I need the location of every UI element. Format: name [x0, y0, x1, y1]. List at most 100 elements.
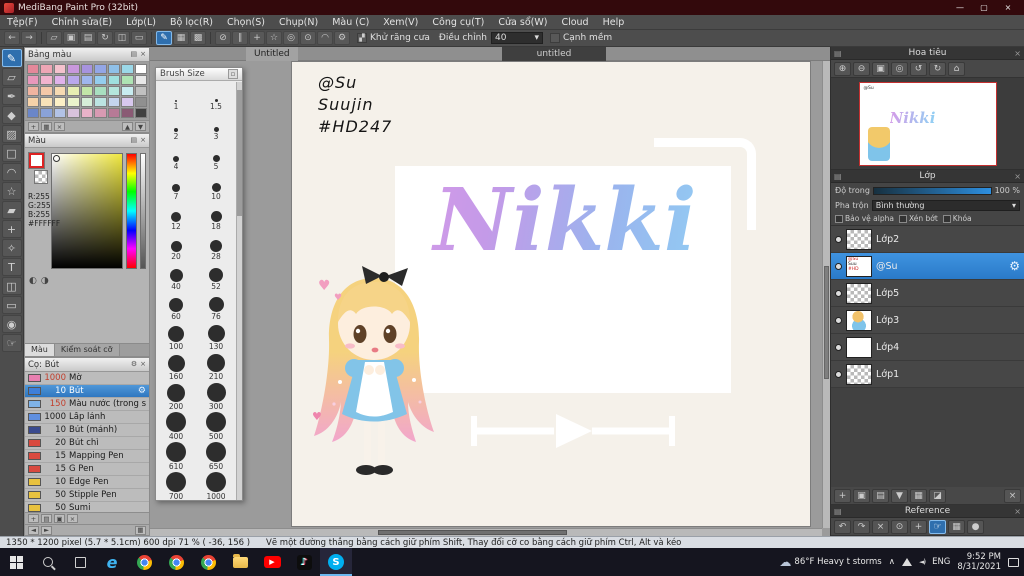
- brush-size-option-40[interactable]: 40: [156, 262, 196, 292]
- panel-pin-icon[interactable]: ▫: [228, 69, 238, 79]
- close-button[interactable]: ×: [996, 0, 1020, 15]
- brush-size-option-12[interactable]: 12: [156, 202, 196, 232]
- menu-item-6[interactable]: Màu (C): [325, 15, 376, 30]
- menu-item-2[interactable]: Lớp(L): [119, 15, 163, 30]
- menu-item-3[interactable]: Bộ lọc(R): [163, 15, 220, 30]
- brush-size-option-300[interactable]: 300: [196, 382, 236, 412]
- panel-close-icon[interactable]: ×: [1014, 49, 1021, 58]
- brush-item-10[interactable]: 50 Sumi: [25, 502, 149, 512]
- eyedropper-tool-icon[interactable]: ✧: [1, 239, 22, 257]
- palette-swatch-23[interactable]: [94, 86, 107, 96]
- flip-icon[interactable]: ◫: [114, 31, 130, 45]
- navigator-thumbnail[interactable]: @Su Nikki: [858, 81, 997, 166]
- taskbar-app-skype[interactable]: S: [320, 548, 352, 576]
- brush-settings-gear-icon[interactable]: ⚙: [138, 386, 146, 396]
- palette-swatch-12[interactable]: [67, 75, 80, 85]
- ref-eyedropper-icon[interactable]: ⊙: [891, 519, 908, 534]
- brush-size-option-650[interactable]: 650: [196, 442, 236, 472]
- nav-fit-icon[interactable]: ▣: [872, 61, 889, 76]
- redo-icon[interactable]: →: [21, 31, 37, 45]
- scrollbar-thumb[interactable]: [237, 90, 242, 216]
- layer-settings-gear-icon[interactable]: ⚙: [1009, 259, 1020, 273]
- blend-mode-dropdown[interactable]: Bình thường ▾: [871, 199, 1020, 211]
- action-center-icon[interactable]: [1008, 557, 1019, 567]
- taskbar-app-edge[interactable]: e: [96, 548, 128, 576]
- save-brush-icon[interactable]: ▣: [54, 514, 65, 523]
- palette-swatch-26[interactable]: [134, 86, 147, 96]
- palette-scroll-up-icon[interactable]: ▲: [122, 122, 133, 131]
- panel-dock-icon[interactable]: ▤: [834, 507, 842, 516]
- nav-actual-size-icon[interactable]: ◎: [891, 61, 908, 76]
- menu-item-10[interactable]: Cloud: [554, 15, 595, 30]
- palette-swatch-6[interactable]: [107, 64, 121, 74]
- nav-zoom-in-icon[interactable]: ⊕: [834, 61, 851, 76]
- panel-close-icon[interactable]: ×: [140, 134, 146, 147]
- palette-swatch-33[interactable]: [107, 97, 121, 107]
- layer-row-1[interactable]: @Su Suu #HD @Su ⚙: [831, 253, 1024, 280]
- snap-off-icon[interactable]: ⊘: [215, 31, 231, 45]
- nav-rotate-right-icon[interactable]: ↻: [929, 61, 946, 76]
- palette-swatch-27[interactable]: [27, 97, 40, 107]
- palette-swatch-14[interactable]: [94, 75, 107, 85]
- brush-size-option-700[interactable]: 700: [156, 472, 196, 502]
- rotate-icon[interactable]: ↻: [97, 31, 113, 45]
- brush-size-option-5[interactable]: 5: [196, 142, 236, 172]
- gradient-tool-icon[interactable]: ▨: [1, 125, 22, 143]
- delete-layer-icon[interactable]: ×: [1004, 488, 1021, 503]
- palette-swatch-5[interactable]: [94, 64, 107, 74]
- scrollbar-thumb[interactable]: [378, 530, 567, 535]
- layer-row-0[interactable]: Lớp2: [831, 226, 1024, 253]
- menu-item-0[interactable]: Tệp(F): [0, 15, 45, 30]
- brush-size-option-20[interactable]: 20: [156, 232, 196, 262]
- menu-item-9[interactable]: Cửa sổ(W): [491, 15, 554, 30]
- clock[interactable]: 9:52 PM 8/31/2021: [957, 552, 1001, 572]
- document-window-title[interactable]: untitled: [502, 47, 606, 61]
- hsv-mode-icon[interactable]: ◑: [41, 276, 49, 286]
- layer-visibility-dot[interactable]: [835, 316, 842, 324]
- taskbar-app-chrome-2[interactable]: [160, 548, 192, 576]
- add-brush-icon[interactable]: +: [28, 514, 39, 523]
- brush-size-option-200[interactable]: 200: [156, 382, 196, 412]
- snap-parallel-icon[interactable]: ∥: [232, 31, 248, 45]
- palette-swatch-30[interactable]: [67, 97, 80, 107]
- palette-swatch-31[interactable]: [80, 97, 94, 107]
- antialias-toggle[interactable]: ▞ Khử răng cưa: [357, 33, 430, 43]
- color-cursor[interactable]: [53, 155, 60, 162]
- opacity-slider[interactable]: [872, 186, 992, 195]
- ref-undo-icon[interactable]: ↶: [834, 519, 851, 534]
- brush-item-0[interactable]: 1000 Mờ: [25, 372, 149, 385]
- brush-size-option-76[interactable]: 76: [196, 292, 236, 322]
- brush-size-option-18[interactable]: 18: [196, 202, 236, 232]
- snap-radial-icon[interactable]: ◎: [283, 31, 299, 45]
- transform-icon[interactable]: ▱: [46, 31, 62, 45]
- brush-size-option-7[interactable]: 7: [156, 172, 196, 202]
- clear-layer-icon[interactable]: ▦: [910, 488, 927, 503]
- brush-size-option-1.5[interactable]: 1.5: [196, 82, 236, 112]
- palette-swatch-7[interactable]: [121, 64, 134, 74]
- brush-size-option-210[interactable]: 210: [196, 352, 236, 382]
- scrollbar-thumb[interactable]: [824, 266, 829, 379]
- palette-swatch-38[interactable]: [53, 108, 67, 118]
- brush-size-scrollbar[interactable]: [236, 82, 242, 500]
- palette-swatch-4[interactable]: [80, 64, 94, 74]
- background-color-swatch[interactable]: [34, 170, 48, 184]
- brush-item-4[interactable]: 10 Bút (mảnh): [25, 424, 149, 437]
- foreground-color-swatch[interactable]: [29, 153, 44, 168]
- brush-item-8[interactable]: 10 Edge Pen: [25, 476, 149, 489]
- palette-swatch-21[interactable]: [67, 86, 80, 96]
- select-tool-icon[interactable]: □: [1, 144, 22, 162]
- snap-vanishing-icon[interactable]: ☆: [266, 31, 282, 45]
- brush-size-option-60[interactable]: 60: [156, 292, 196, 322]
- layer-folder-icon[interactable]: ▤: [872, 488, 889, 503]
- text-tool-icon[interactable]: T: [1, 258, 22, 276]
- palette-swatch-19[interactable]: [40, 86, 53, 96]
- palette-swatch-9[interactable]: [27, 75, 40, 85]
- copy-icon[interactable]: ▣: [63, 31, 79, 45]
- speaker-icon[interactable]: ◄): [919, 558, 926, 566]
- taskbar-app-file-explorer[interactable]: [224, 548, 256, 576]
- ref-color-icon[interactable]: ●: [967, 519, 984, 534]
- brush-size-option-1[interactable]: 1: [156, 82, 196, 112]
- brush-size-option-28[interactable]: 28: [196, 232, 236, 262]
- palette-swatch-17[interactable]: [134, 75, 147, 85]
- palette-swatch-42[interactable]: [107, 108, 121, 118]
